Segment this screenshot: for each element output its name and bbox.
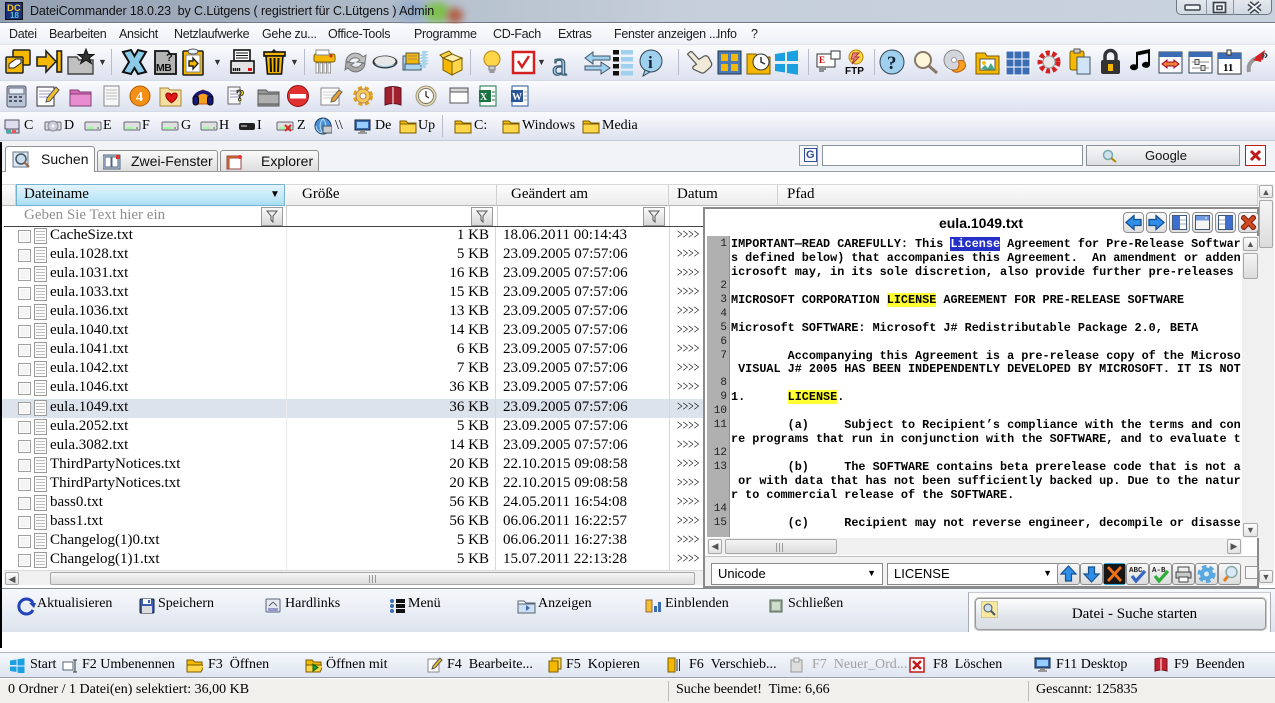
svg-text:i: i <box>648 53 653 72</box>
svg-text:?: ? <box>887 53 897 74</box>
svg-text:X: X <box>480 92 488 103</box>
svg-text:MB: MB <box>156 62 172 74</box>
svg-text:11: 11 <box>1223 62 1233 74</box>
svg-text:E: E <box>819 55 825 65</box>
svg-text:4: 4 <box>136 90 143 105</box>
svg-text:W: W <box>512 92 522 103</box>
svg-text:a: a <box>552 48 567 77</box>
svg-text:FTP: FTP <box>845 66 864 77</box>
svg-text:?: ? <box>236 86 245 105</box>
